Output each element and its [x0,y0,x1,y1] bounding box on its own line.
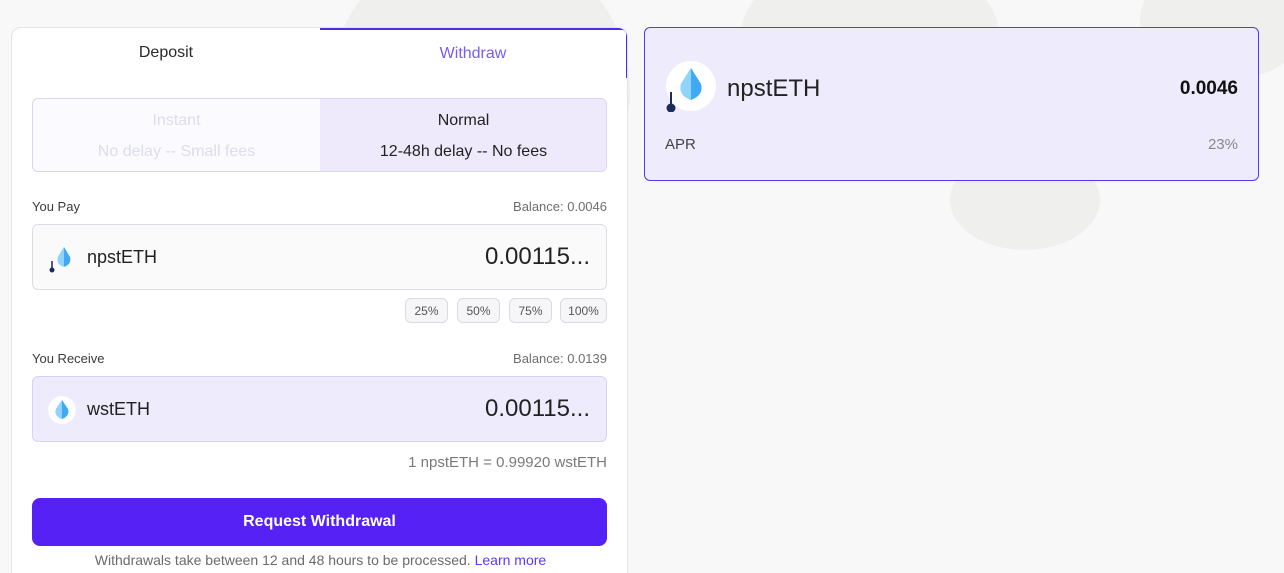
apr-label: APR [665,136,696,153]
position-balance: 0.0046 [1179,78,1238,99]
percent-75-button[interactable]: 75% [509,298,552,323]
mode-normal-title: Normal [437,112,490,129]
request-withdrawal-button[interactable]: Request Withdrawal [32,498,607,546]
pay-token-field: npstETH [32,224,607,290]
swap-card: Deposit Withdraw Instant No delay -- Sma… [11,27,628,573]
withdrawal-note-text: Withdrawals take between 12 and 48 hours… [94,552,471,568]
percent-100-button[interactable]: 100% [560,298,607,323]
mode-instant-subtitle: No delay -- Small fees [97,143,256,160]
apr-value: 23% [1207,136,1238,153]
mode-normal-option[interactable]: Normal 12-48h delay -- No fees [320,99,606,171]
withdraw-mode-selector: Instant No delay -- Small fees Normal 12… [32,98,607,172]
mode-normal-subtitle: 12-48h delay -- No fees [379,143,548,160]
receive-balance: Balance: 0.0139 [513,351,607,366]
npsteth-token-icon [49,247,71,273]
mode-instant-title: Instant [152,112,201,129]
receive-amount-input[interactable] [330,395,590,423]
position-card: npstETH 0.0046 APR 23% [644,27,1259,181]
pay-amount-input[interactable] [330,243,590,271]
tab-withdraw[interactable]: Withdraw [320,28,627,78]
tab-deposit[interactable]: Deposit [12,28,320,78]
withdrawal-note: Withdrawals take between 12 and 48 hours… [12,552,627,568]
pay-token-name: npstETH [87,247,158,267]
percent-50-button[interactable]: 50% [457,298,500,323]
receive-label: You Receive [32,351,105,366]
receive-token-field: wstETH [32,376,607,442]
mode-instant-option[interactable]: Instant No delay -- Small fees [33,99,320,171]
tab-bar: Deposit Withdraw [12,28,627,78]
pay-label: You Pay [32,199,80,214]
receive-token-name: wstETH [87,399,150,419]
pay-balance: Balance: 0.0046 [513,199,607,214]
position-token-name: npstETH [727,75,821,102]
learn-more-link[interactable]: Learn more [475,552,547,568]
exchange-rate: 1 npstETH = 0.99920 wstETH [408,454,607,471]
npsteth-token-icon [666,61,716,112]
wsteth-token-icon [48,396,76,424]
percent-25-button[interactable]: 25% [405,298,448,323]
